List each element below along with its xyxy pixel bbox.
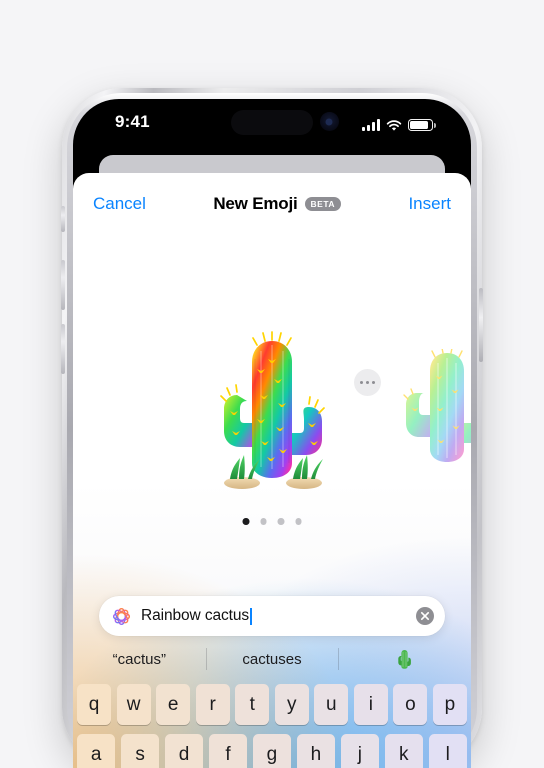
key-u[interactable]: u bbox=[314, 684, 349, 725]
key-j[interactable]: j bbox=[340, 734, 380, 768]
page-dot[interactable] bbox=[260, 518, 267, 525]
key-r[interactable]: r bbox=[195, 684, 230, 725]
key-f[interactable]: f bbox=[208, 734, 248, 768]
page-title: New Emoji bbox=[213, 194, 298, 213]
screenshot-stage: 9:41 Cancel New Emoji BETA Insert Rainbo… bbox=[0, 0, 544, 768]
insert-button[interactable]: Insert bbox=[408, 194, 451, 214]
key-t[interactable]: t bbox=[235, 684, 270, 725]
prediction-0[interactable]: “cactus” bbox=[73, 640, 206, 678]
prediction-label: cactuses bbox=[242, 650, 302, 668]
cactus-emoji-icon bbox=[397, 649, 412, 670]
key-o[interactable]: o bbox=[393, 684, 428, 725]
text-caret bbox=[250, 607, 252, 625]
prediction-1[interactable]: cactuses bbox=[205, 640, 339, 678]
phone-screen: 9:41 Cancel New Emoji BETA Insert Rainbo… bbox=[73, 99, 471, 768]
front-camera-icon bbox=[319, 112, 339, 131]
keyboard-row-2: a s d f g h j k l bbox=[73, 734, 471, 768]
prediction-2[interactable] bbox=[338, 640, 471, 678]
power-button[interactable] bbox=[479, 288, 483, 362]
status-bar-indicators bbox=[362, 115, 436, 131]
key-p[interactable]: p bbox=[432, 684, 467, 725]
sheet-title-group: New Emoji BETA bbox=[213, 194, 342, 214]
page-dot[interactable] bbox=[242, 518, 249, 525]
key-s[interactable]: s bbox=[120, 734, 160, 768]
dynamic-island bbox=[231, 110, 313, 135]
page-dot[interactable] bbox=[295, 518, 302, 525]
key-i[interactable]: i bbox=[353, 684, 388, 725]
predictive-text-bar: “cactus” cactuses bbox=[73, 640, 471, 678]
status-bar-time: 9:41 bbox=[115, 112, 150, 131]
sheet-nav-bar: Cancel New Emoji BETA Insert bbox=[73, 173, 471, 235]
prompt-input-value[interactable]: Rainbow cactus bbox=[141, 607, 249, 625]
rainbow-cactus-emoji[interactable] bbox=[197, 331, 347, 496]
prompt-field[interactable]: Rainbow cactus bbox=[99, 596, 445, 636]
status-bar: 9:41 bbox=[73, 99, 471, 151]
volume-up-button[interactable] bbox=[61, 260, 65, 310]
key-q[interactable]: q bbox=[77, 684, 112, 725]
page-dot[interactable] bbox=[277, 518, 284, 525]
key-l[interactable]: l bbox=[428, 734, 467, 768]
new-emoji-sheet: Cancel New Emoji BETA Insert Rainbow cac… bbox=[73, 173, 471, 768]
pastel-cactus-emoji[interactable] bbox=[391, 347, 471, 469]
emoji-carousel[interactable] bbox=[73, 331, 471, 501]
key-y[interactable]: y bbox=[274, 684, 309, 725]
key-g[interactable]: g bbox=[252, 734, 292, 768]
cancel-button[interactable]: Cancel bbox=[93, 194, 146, 214]
volume-down-button[interactable] bbox=[61, 324, 65, 374]
battery-icon bbox=[408, 118, 436, 131]
key-h[interactable]: h bbox=[296, 734, 336, 768]
beta-badge: BETA bbox=[304, 196, 342, 212]
onscreen-keyboard: q w e r t y u i o p a s d f g h j k l bbox=[73, 678, 471, 768]
clear-circle-icon[interactable] bbox=[416, 607, 434, 625]
apple-intelligence-icon bbox=[111, 606, 132, 627]
keyboard-row-1: q w e r t y u i o p bbox=[73, 684, 471, 725]
mute-switch[interactable] bbox=[61, 206, 65, 232]
page-dots[interactable] bbox=[242, 518, 302, 525]
prompt-field-container: Rainbow cactus bbox=[99, 596, 445, 636]
wifi-icon bbox=[386, 119, 402, 131]
iphone-frame: 9:41 Cancel New Emoji BETA Insert Rainbo… bbox=[61, 88, 483, 768]
key-a[interactable]: a bbox=[77, 734, 116, 768]
emoji-canvas bbox=[73, 235, 471, 565]
key-e[interactable]: e bbox=[156, 684, 191, 725]
key-w[interactable]: w bbox=[116, 684, 151, 725]
prediction-label: “cactus” bbox=[112, 650, 166, 668]
signal-bars-icon bbox=[362, 119, 380, 131]
key-k[interactable]: k bbox=[384, 734, 423, 768]
key-d[interactable]: d bbox=[164, 734, 204, 768]
